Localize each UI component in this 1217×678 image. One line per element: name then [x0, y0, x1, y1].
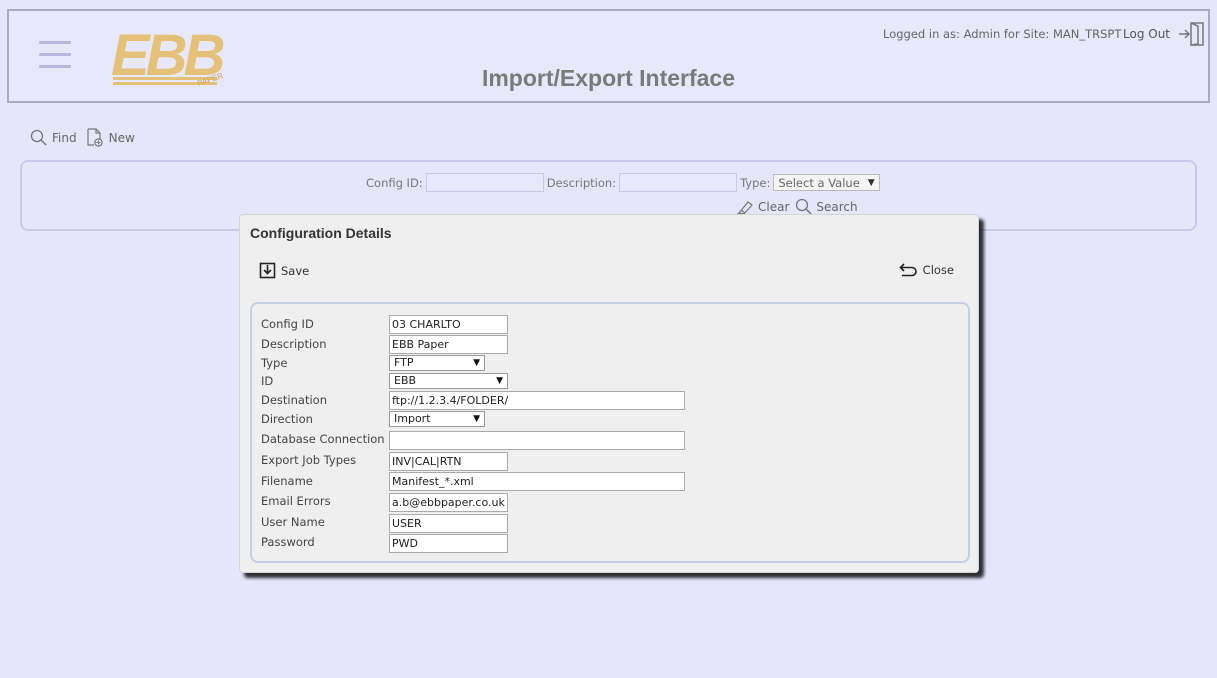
new-button[interactable]: New	[86, 128, 135, 147]
config-id-label: Config ID	[261, 317, 314, 331]
config-id-search-label: Config ID:	[366, 175, 423, 190]
type-search-select[interactable]: Select a Value ▼	[773, 174, 880, 191]
logout-button[interactable]: Log Out	[1123, 21, 1206, 47]
search-icon	[30, 129, 47, 146]
config-form: Config ID 03 CHARLTO Description EBB Pap…	[250, 302, 970, 563]
eraser-icon	[737, 200, 753, 215]
filename-label: Filename	[261, 474, 313, 488]
new-label: New	[108, 130, 135, 145]
chevron-down-icon: ▼	[867, 177, 875, 188]
configuration-details-dialog: Configuration Details Save Close Config …	[239, 214, 979, 573]
direction-value: Import	[394, 412, 431, 425]
clear-label: Clear	[758, 199, 790, 214]
search-fields-row: Config ID: Description: Type: Select a V…	[366, 173, 880, 192]
search-label: Search	[816, 199, 858, 214]
logout-label: Log Out	[1123, 27, 1171, 41]
description-search-input[interactable]	[619, 173, 738, 192]
password-label: Password	[261, 535, 315, 549]
password-field[interactable]: PWD	[389, 534, 508, 553]
config-id-field[interactable]: 03 CHARLTO	[389, 315, 508, 334]
close-button[interactable]: Close	[899, 262, 954, 277]
database-connection-field[interactable]	[389, 431, 685, 450]
description-label: Description	[261, 337, 327, 351]
save-button[interactable]: Save	[259, 262, 309, 279]
dialog-title: Configuration Details	[250, 225, 392, 241]
id-select[interactable]: EBB ▼	[389, 373, 508, 389]
search-button[interactable]: Search	[795, 198, 858, 215]
config-id-search-input[interactable]	[425, 173, 544, 192]
id-label: ID	[261, 374, 274, 388]
export-job-types-label: Export Job Types	[261, 453, 357, 467]
type-search-value: Select a Value	[778, 175, 860, 190]
new-document-icon	[86, 128, 103, 147]
save-label: Save	[281, 263, 310, 278]
type-value: FTP	[394, 356, 414, 369]
main-toolbar: Find New	[30, 128, 144, 147]
clear-button[interactable]: Clear	[736, 199, 789, 215]
login-info: Logged in as: Admin for Site: MAN_TRSPT	[883, 27, 1122, 41]
user-name-label: User Name	[261, 515, 325, 529]
direction-label: Direction	[261, 412, 313, 426]
save-icon	[259, 262, 276, 279]
email-errors-label: Email Errors	[261, 494, 331, 508]
page-title: Import/Export Interface	[481, 65, 736, 91]
chevron-down-icon: ▼	[473, 414, 480, 424]
undo-icon	[899, 263, 917, 277]
logout-icon	[1179, 22, 1204, 46]
email-errors-field[interactable]: a.b@ebbpaper.co.uk	[389, 493, 508, 512]
close-label: Close	[922, 262, 954, 277]
database-connection-label: Database Connection	[261, 432, 385, 446]
search-actions: Clear Search	[736, 198, 864, 215]
header-bar: EBB PAPER Import/Export Interface Logged…	[7, 9, 1210, 103]
type-select[interactable]: FTP ▼	[389, 355, 485, 371]
find-label: Find	[52, 130, 77, 145]
chevron-down-icon: ▼	[473, 358, 480, 368]
destination-label: Destination	[261, 393, 327, 407]
description-field[interactable]: EBB Paper	[389, 335, 508, 354]
filename-field[interactable]: Manifest_*.xml	[389, 472, 685, 491]
find-button[interactable]: Find	[30, 129, 77, 146]
chevron-down-icon: ▼	[496, 376, 503, 386]
type-label: Type	[261, 356, 288, 370]
user-name-field[interactable]: USER	[389, 514, 508, 533]
description-search-label: Description:	[546, 175, 617, 190]
search-icon	[796, 198, 812, 215]
direction-select[interactable]: Import ▼	[389, 411, 485, 427]
type-search-label: Type:	[740, 175, 771, 190]
id-value: EBB	[394, 374, 417, 387]
export-job-types-field[interactable]: INV|CAL|RTN	[389, 452, 508, 471]
destination-field[interactable]: ftp://1.2.3.4/FOLDER/	[389, 391, 685, 410]
